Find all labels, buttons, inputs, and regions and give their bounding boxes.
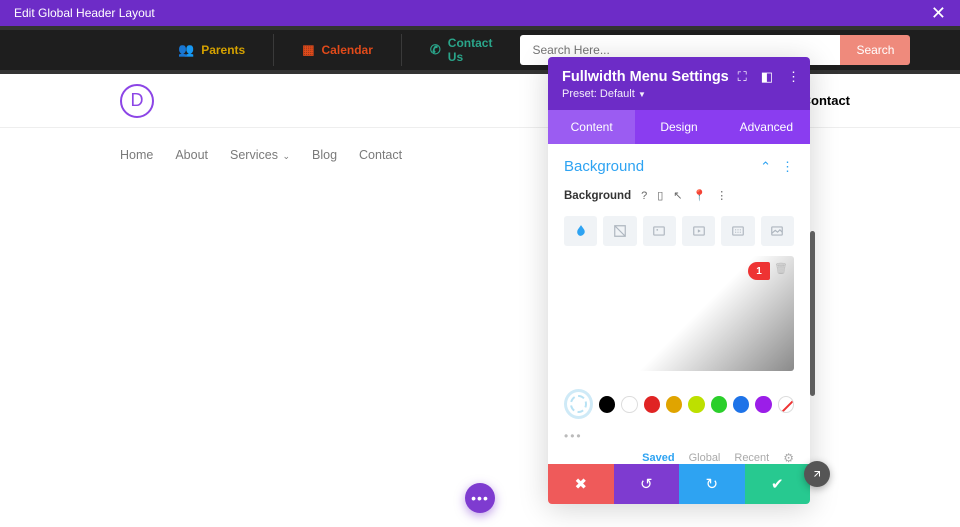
swatch-current[interactable] <box>564 389 593 419</box>
bg-tab-image[interactable] <box>643 216 676 246</box>
swatch-orange[interactable] <box>666 396 682 413</box>
background-type-tabs <box>564 216 794 246</box>
edit-header-bar: Edit Global Header Layout ✕ <box>0 0 960 26</box>
nav-contact-us[interactable]: ✆ Contact Us <box>401 34 521 66</box>
kebab-icon[interactable]: ⋮ <box>787 69 800 85</box>
page-nav: Home About Services ⌄ Blog Contact <box>0 128 960 182</box>
subnav-contact[interactable]: Contact <box>359 148 402 162</box>
swatch-white[interactable] <box>621 396 637 413</box>
calendar-icon: ▦ <box>302 42 314 58</box>
help-icon[interactable]: ? <box>641 190 647 202</box>
palette-recent[interactable]: Recent <box>734 452 769 464</box>
cursor-icon[interactable]: ↖ <box>673 189 682 202</box>
background-label-row: Background ? ▯ ↖ 📍 ⋮ <box>564 189 794 202</box>
expand-icon[interactable]: ⛶ <box>738 69 747 85</box>
site-header: D Home Contact <box>0 74 960 128</box>
gear-icon[interactable]: ⚙ <box>783 451 794 465</box>
panel-tabs: Content Design Advanced <box>548 110 810 144</box>
bg-tab-pattern[interactable] <box>721 216 754 246</box>
subnav-home[interactable]: Home <box>120 148 153 162</box>
swatch-green[interactable] <box>711 396 727 413</box>
step-badge: 1 <box>748 262 770 280</box>
nav-parents[interactable]: 👥 Parents <box>150 34 273 66</box>
panel-body: Background ⌃ ⋮ Background ? ▯ ↖ 📍 ⋮ <box>548 144 810 464</box>
bg-tab-mask[interactable] <box>761 216 794 246</box>
tab-advanced[interactable]: Advanced <box>723 110 810 144</box>
background-preview[interactable]: 1 🗑 <box>564 256 794 371</box>
kebab-icon[interactable]: ⋮ <box>781 159 794 175</box>
nav-calendar-label: Calendar <box>322 43 373 57</box>
panel-preset[interactable]: Preset: Default ▼ <box>562 88 796 100</box>
logo[interactable]: D <box>120 84 154 118</box>
swatch-red[interactable] <box>644 396 660 413</box>
subnav-blog[interactable]: Blog <box>312 148 337 162</box>
drag-handle[interactable] <box>804 461 830 487</box>
edit-header-title: Edit Global Header Layout <box>14 6 155 20</box>
palette-saved[interactable]: Saved <box>642 452 674 464</box>
swatch-none[interactable] <box>778 396 794 413</box>
panel-header: Fullwidth Menu Settings Preset: Default … <box>548 57 810 110</box>
mobile-icon[interactable]: ▯ <box>657 189 663 202</box>
subnav-about[interactable]: About <box>175 148 208 162</box>
search-button[interactable]: Search <box>840 35 910 65</box>
bg-tab-gradient[interactable] <box>603 216 636 246</box>
parents-icon: 👥 <box>178 42 194 58</box>
swatch-blue[interactable] <box>733 396 749 413</box>
swatch-yellow[interactable] <box>688 396 704 413</box>
caret-down-icon: ▼ <box>636 90 646 99</box>
nav-contact-label: Contact Us <box>448 36 493 64</box>
subnav-services[interactable]: Services ⌄ <box>230 148 290 162</box>
tab-content[interactable]: Content <box>548 110 635 144</box>
columns-icon[interactable]: ◧ <box>761 69 773 85</box>
nav-parents-label: Parents <box>201 43 245 57</box>
panel-scrollbar[interactable] <box>810 231 815 396</box>
bg-tab-color[interactable] <box>564 216 597 246</box>
settings-panel: Fullwidth Menu Settings Preset: Default … <box>548 57 810 504</box>
more-dots-icon[interactable]: ••• <box>548 425 810 451</box>
page-actions-fab[interactable]: ••• <box>465 483 495 513</box>
section-background[interactable]: Background ⌃ ⋮ <box>564 158 794 175</box>
kebab-icon[interactable]: ⋮ <box>716 189 727 202</box>
top-toolbar: 👥 Parents ▦ Calendar ✆ Contact Us Search <box>0 26 960 74</box>
swatch-black[interactable] <box>599 396 615 413</box>
bg-tab-video[interactable] <box>682 216 715 246</box>
palette-tabs: Saved Global Recent ⚙ <box>548 451 810 475</box>
chevron-up-icon[interactable]: ⌃ <box>760 159 771 175</box>
nav-calendar[interactable]: ▦ Calendar <box>273 34 401 66</box>
color-swatches <box>548 371 810 425</box>
tab-design[interactable]: Design <box>635 110 722 144</box>
close-icon[interactable]: ✕ <box>931 3 946 24</box>
palette-global[interactable]: Global <box>689 452 721 464</box>
pin-icon[interactable]: 📍 <box>693 189 707 202</box>
phone-icon: ✆ <box>430 42 441 58</box>
swatch-purple[interactable] <box>755 396 771 413</box>
trash-icon[interactable]: 🗑 <box>774 262 788 275</box>
background-label: Background <box>564 190 631 202</box>
chevron-down-icon: ⌄ <box>280 151 290 161</box>
